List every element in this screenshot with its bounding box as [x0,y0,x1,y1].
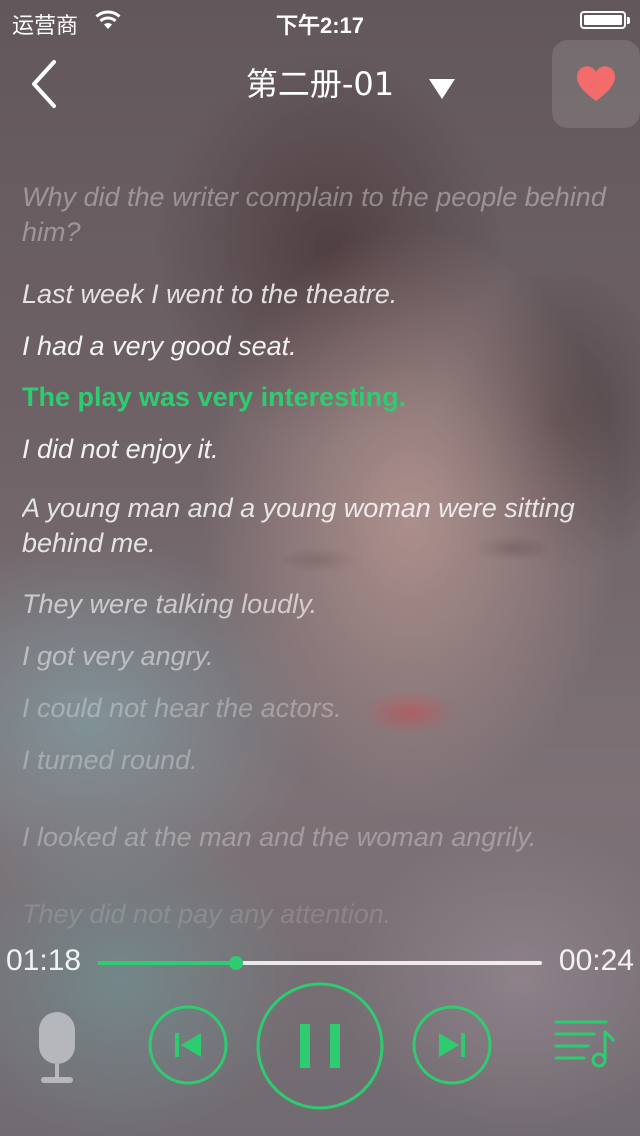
progress-slider[interactable] [98,956,542,970]
skip-previous-icon [175,1033,201,1057]
nav-title-container: 第二册-01 [0,62,640,110]
next-button[interactable] [412,1005,492,1085]
pause-icon [300,1024,340,1068]
lyric-line[interactable]: I could not hear the actors. [22,691,618,726]
progress-thumb[interactable] [228,956,243,970]
status-bar: 运营商 下午2:17 [0,0,640,40]
lyrics-panel[interactable]: Why did the writer complain to the peopl… [22,180,618,940]
previous-button[interactable] [148,1005,228,1085]
favorite-button[interactable] [552,40,640,128]
lyric-line[interactable]: I turned round. [22,743,618,778]
heart-icon [576,66,616,101]
lyric-line[interactable]: I had a very good seat. [22,329,618,364]
lyric-line[interactable]: I looked at the man and the woman angril… [22,820,618,855]
playlist-button[interactable] [554,1018,616,1070]
lyric-line[interactable]: A young man and a young woman were sitti… [22,491,618,561]
lyric-line[interactable]: Last week I went to the theatre. [22,277,618,312]
triangle-down-icon[interactable] [428,78,456,100]
progress-fill [98,961,236,965]
lyric-line[interactable]: I did not enjoy it. [22,432,618,467]
total-time-label: 00:24 [558,944,634,977]
status-time: 下午2:17 [275,13,365,38]
lyric-line[interactable]: I got very angry. [22,639,618,674]
lyric-line-question[interactable]: Why did the writer complain to the peopl… [22,180,618,250]
lyric-line[interactable]: They were talking loudly. [22,587,618,622]
skip-next-icon [439,1033,465,1057]
lyric-line-active[interactable]: The play was very interesting. [22,380,618,415]
microphone-icon [39,1012,75,1083]
lesson-title[interactable]: 第二册-01 [246,62,394,106]
microphone-button[interactable] [32,1010,82,1086]
lyric-line[interactable]: They did not pay any attention. [22,897,618,932]
battery-icon [580,11,630,29]
current-time-label: 01:18 [6,944,82,977]
playlist-music-icon [554,1020,615,1068]
pause-button[interactable] [256,982,384,1110]
